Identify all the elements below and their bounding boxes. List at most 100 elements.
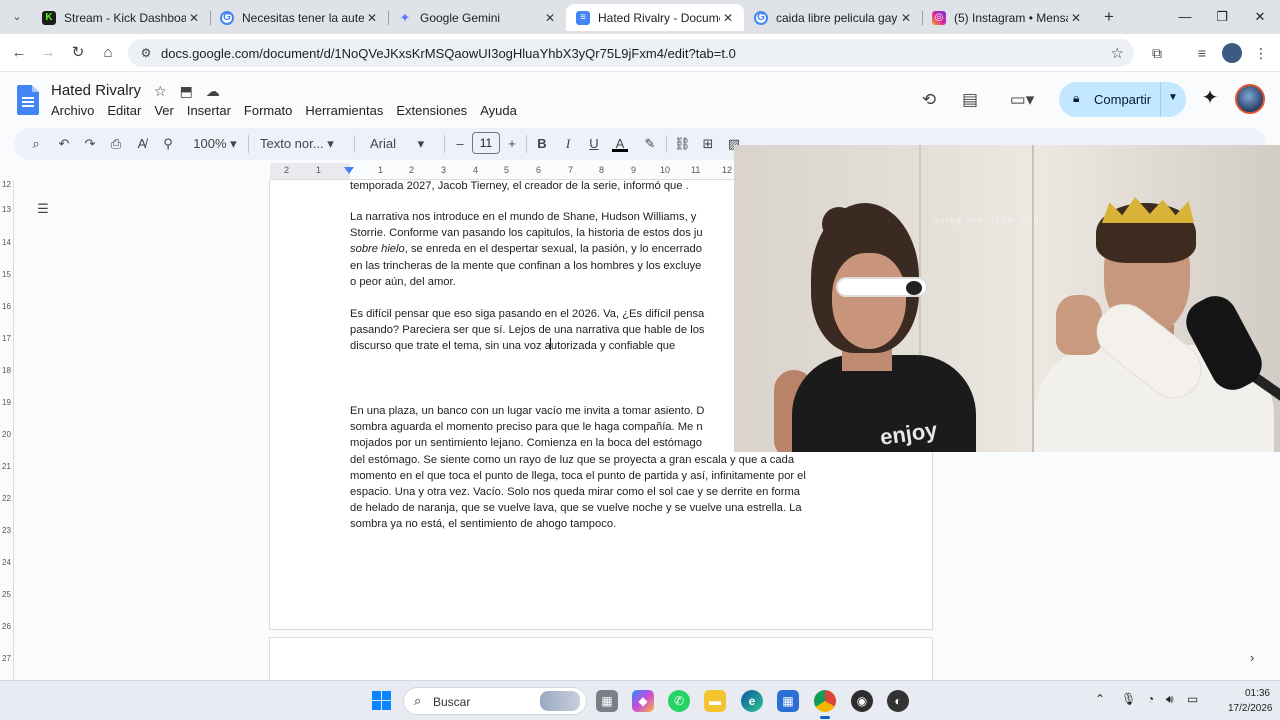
tab-search-chevron-icon[interactable]: ⌄ [8,9,26,25]
tab-hated-rivalry[interactable]: ≡ Hated Rivalry - Documento ✕ [566,4,744,31]
address-bar[interactable]: ⚙ docs.google.com/document/d/1NoQVeJKxsK… [128,39,1134,67]
add-comment-icon[interactable]: ⊞ [700,134,716,154]
menu-archivo[interactable]: Archivo [51,103,94,118]
menu-insertar[interactable]: Insertar [187,103,231,118]
undo-icon[interactable]: ↶ [56,134,72,154]
vertical-ruler[interactable]: 12 13 14 15 16 17 18 19 20 21 22 23 24 2… [0,180,14,680]
cloud-status-icon[interactable]: ☁ [206,83,220,100]
maximize-icon[interactable]: ❐ [1212,8,1232,26]
paint-format-icon[interactable]: ⚲ [160,134,176,154]
document-page-2[interactable] [269,637,933,680]
media-control-icon[interactable]: ≡ [1192,43,1212,63]
tab-google-auth[interactable]: G Necesitas tener la autentic ✕ [210,4,388,31]
tab-title: Necesitas tener la autentic [242,10,364,25]
search-icon: ⌕ [414,693,422,708]
extensions-icon[interactable]: ⧉ [1147,43,1167,63]
search-menus-icon[interactable]: ⌕ [28,134,44,154]
increase-font-icon[interactable]: + [506,134,518,154]
home-icon[interactable]: ⌂ [97,42,119,64]
close-tab-icon[interactable]: ✕ [542,11,558,25]
style-select[interactable]: Texto nor... ▾ [260,134,346,154]
close-tab-icon[interactable]: ✕ [720,11,736,25]
close-tab-icon[interactable]: ✕ [898,11,914,25]
tab-gemini[interactable]: ✦ Google Gemini ✕ [388,4,566,31]
close-tab-icon[interactable]: ✕ [364,11,380,25]
microphone-icon[interactable]: 🎙︎ [1121,692,1136,706]
document-outline-icon[interactable]: ☰ [34,202,52,216]
url-text[interactable]: docs.google.com/document/d/1NoQVeJKxsKrM… [161,46,736,61]
bookmark-star-icon[interactable]: ☆ [1111,44,1124,62]
app-icon[interactable]: ◐ [887,690,909,712]
share-button[interactable]: 🔒︎ Compartir ▼ [1059,82,1186,117]
back-icon[interactable]: ← [8,42,30,64]
menu-ver[interactable]: Ver [154,103,174,118]
meet-icon[interactable]: ▭▾ [1004,88,1040,112]
tab-kick[interactable]: K Stream - Kick Dashboard ✕ [32,4,210,31]
tab-instagram[interactable]: ◎ (5) Instagram • Mensajes ✕ [922,4,1092,31]
side-panel-expand-icon[interactable]: › [1250,650,1254,665]
wifi-icon[interactable]: ◔ [1147,692,1154,706]
minimize-icon[interactable]: — [1175,8,1195,26]
font-select[interactable]: Arial ▾ [370,134,434,154]
menu-formato[interactable]: Formato [244,103,292,118]
italic-icon[interactable]: I [560,134,576,154]
whatsapp-icon[interactable]: ✆ [668,690,690,712]
gemini-icon: ✦ [399,9,411,25]
file-explorer-icon[interactable]: ▦ [596,690,618,712]
underline-icon[interactable]: U [586,134,602,154]
print-icon[interactable]: ⎙ [108,134,124,154]
redo-icon[interactable]: ↷ [82,134,98,154]
reload-icon[interactable]: ↻ [67,42,89,64]
site-info-icon[interactable]: ⚙ [138,45,154,61]
comments-icon[interactable]: ▤ [958,88,982,112]
close-tab-icon[interactable]: ✕ [1068,11,1084,25]
decrease-font-icon[interactable]: – [454,134,466,154]
share-dropdown-icon[interactable]: ▼ [1168,92,1178,103]
text-color-icon[interactable]: A [612,134,628,152]
google-icon: G [220,10,234,25]
tab-title: Stream - Kick Dashboard [64,10,186,25]
battery-icon[interactable]: ▭ [1187,692,1198,706]
move-folder-icon[interactable]: ⬒ [180,83,193,100]
document-title[interactable]: Hated Rivalry [51,82,141,99]
gemini-icon[interactable]: ✦ [1198,86,1222,110]
edge-icon[interactable]: e [741,690,763,712]
spellcheck-icon[interactable]: A̸ [134,134,150,154]
start-button[interactable] [372,691,391,710]
close-tab-icon[interactable]: ✕ [186,11,202,25]
menu-bar: Archivo Editar Ver Insertar Formato Herr… [51,103,530,118]
font-size-input[interactable]: 11 [472,132,500,154]
account-avatar[interactable] [1235,84,1265,114]
docs-header: Hated Rivalry ☆ ⬒ ☁ Archivo Editar Ver I… [0,72,1280,128]
folder-icon[interactable]: ▬ [704,690,726,712]
star-icon[interactable]: ☆ [154,83,167,100]
new-tab-icon[interactable]: + [1100,8,1118,26]
close-window-icon[interactable]: ✕ [1250,8,1270,26]
menu-ayuda[interactable]: Ayuda [480,103,517,118]
volume-icon[interactable]: 🔊︎ [1166,692,1174,707]
copilot-icon[interactable]: ◆ [632,690,654,712]
obs-icon[interactable]: ◉ [851,690,873,712]
chrome-icon[interactable] [814,690,836,719]
store-icon[interactable]: ▦ [777,690,799,712]
clock[interactable]: 01:36 17/2/2026 [1228,686,1273,716]
google-icon: G [754,10,768,25]
italic-phrase: sobre hielo [350,243,405,256]
profile-avatar[interactable] [1222,43,1242,63]
menu-herramientas[interactable]: Herramientas [305,103,383,118]
link-icon[interactable]: ⛓ [674,134,691,154]
indent-marker[interactable] [344,167,354,174]
docs-logo-icon[interactable] [17,85,39,115]
taskbar-search[interactable]: ⌕ Buscar [403,687,587,715]
zoom-select[interactable]: 100% ▾ [188,134,242,154]
highlight-icon[interactable]: ✎ [642,134,658,154]
forward-icon[interactable]: → [37,42,59,64]
clock-date: 17/2/2026 [1228,703,1273,714]
tab-google-search[interactable]: G caida libre pelicula gay - B ✕ [744,4,922,31]
menu-editar[interactable]: Editar [107,103,141,118]
version-history-icon[interactable]: ⟲ [917,88,941,112]
chrome-menu-icon[interactable]: ⋮ [1251,43,1271,63]
bold-icon[interactable]: B [534,134,550,154]
show-hidden-icons-icon[interactable]: ⌃ [1095,692,1105,706]
menu-extensiones[interactable]: Extensiones [396,103,467,118]
